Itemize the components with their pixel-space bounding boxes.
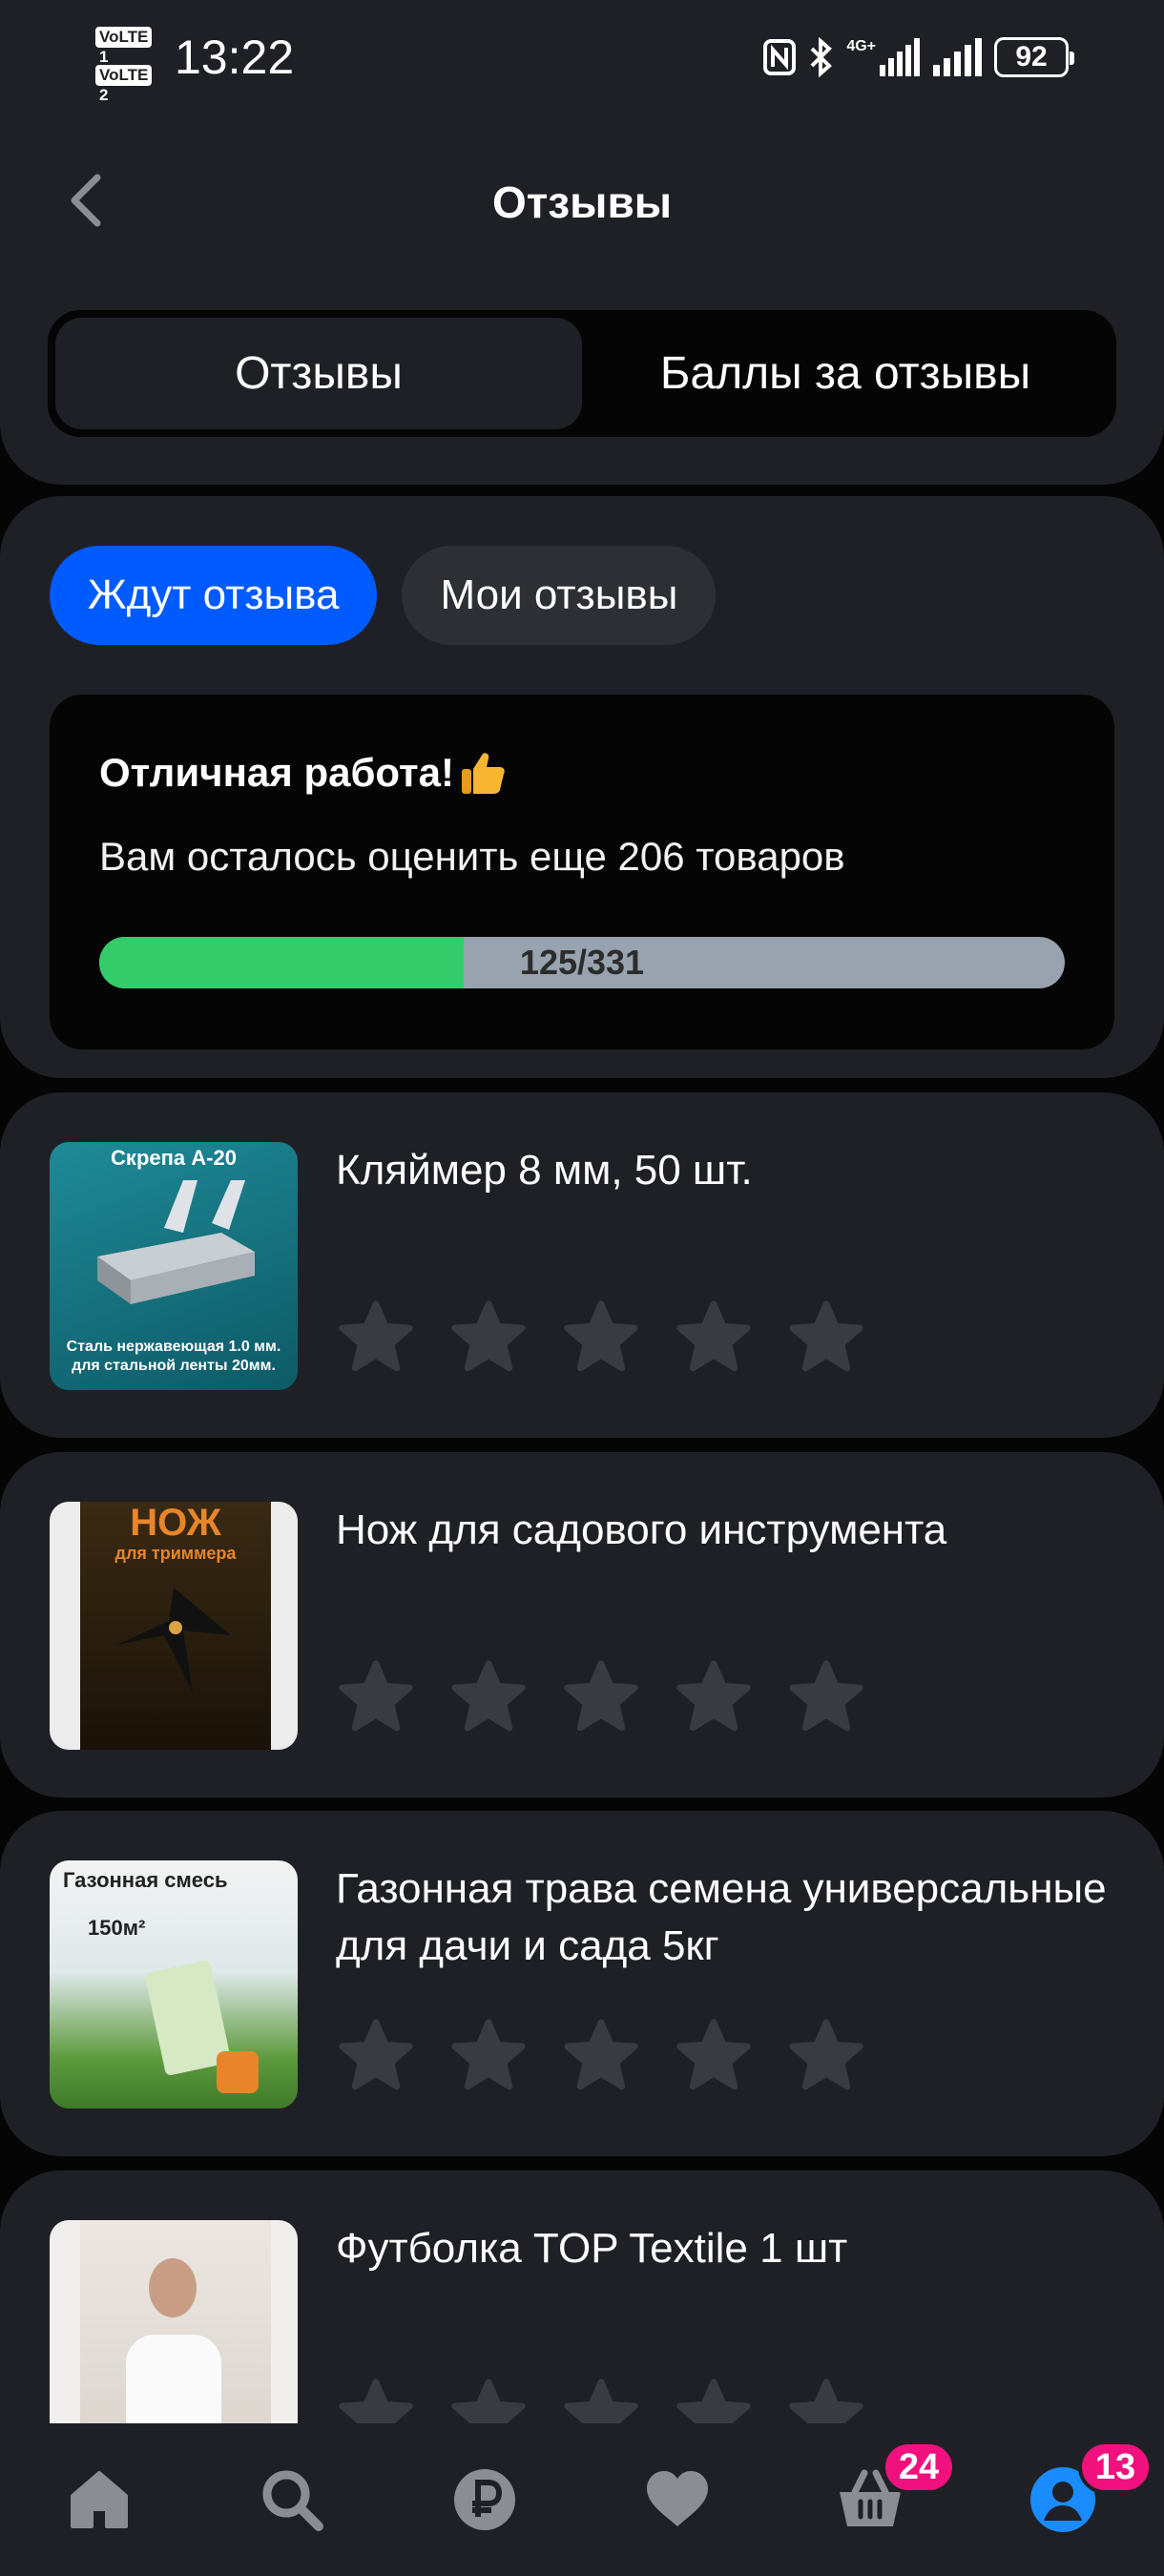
review-card[interactable]: НОЖ для триммера Нож для садового инстру… [0,1452,1164,1797]
star-icon[interactable] [786,2016,866,2096]
nfc-icon [763,39,797,75]
image-caption-bottom: 150м² [88,1916,146,1940]
product-image[interactable]: НОЖ для триммера [50,1502,298,1750]
status-icons: 4G+ 92 [762,34,1074,80]
product-name: Нож для садового инструмента [336,1506,947,1553]
product-image[interactable]: Скрепа А-20 Сталь нержавеющая 1.0 мм. дл… [50,1142,298,1390]
nav-cart[interactable]: 24 [832,2441,956,2538]
star-icon[interactable] [786,1298,866,1378]
heart-icon [647,2471,708,2526]
header-panel: Отзывы Отзывы Баллы за отзывы [0,105,1164,485]
segmented-control: Отзывы Баллы за отзывы [48,310,1116,437]
network-type: 4G+ [846,38,876,54]
battery-indicator: 92 [994,37,1074,77]
review-card[interactable]: Газонная смесь 150м² Газонная трава семе… [0,1811,1164,2156]
signal-icon [880,38,920,76]
progress-title-text: Отличная работа! [99,750,454,795]
page-title: Отзывы [491,177,673,227]
sim2-indicator: VoLTE2 [95,65,162,104]
product-name: Газонная трава семена универсальные для … [336,1865,1107,1969]
home-icon [71,2471,128,2528]
rating-stars [336,2016,866,2096]
star-icon[interactable] [336,1657,416,1737]
status-bar: VoLTE1 VoLTE2 13:22 4G+ 92 [0,0,1164,114]
sim2-label: VoLTE [95,65,153,86]
tab-review-points[interactable]: Баллы за отзывы [582,318,1109,429]
signal-icon-2 [933,38,982,76]
cart-badge: 24 [882,2441,956,2494]
tab-reviews[interactable]: Отзывы [55,318,582,429]
blade-illustration [116,1588,231,1693]
thumbs-up-icon [461,753,505,794]
image-caption-top: Газонная смесь [63,1868,228,1892]
star-icon[interactable] [674,1657,754,1737]
ruble-icon [454,2469,515,2530]
bottom-nav: 24 13 [0,2423,1164,2576]
filter-chips: Ждут отзыва Мои отзывы [50,546,717,645]
chip-awaiting-review[interactable]: Ждут отзыва [50,546,378,645]
nav-home[interactable] [61,2462,137,2538]
model-head [149,2258,197,2317]
sim1-indicator: VoLTE1 [95,27,162,66]
search-icon [262,2470,323,2531]
progress-count: 125/331 [519,943,645,982]
progress-title: Отличная работа! [99,744,508,801]
nav-profile[interactable]: 13 [1025,2441,1153,2538]
star-icon[interactable] [561,2016,641,2096]
star-icon[interactable] [561,1657,641,1737]
star-icon[interactable] [674,1298,754,1378]
nav-finance[interactable] [447,2462,523,2538]
bluetooth-icon [810,37,833,77]
profile-badge: 13 [1078,2441,1153,2494]
sim1-number: 1 [99,48,109,66]
product-image[interactable]: Газонная смесь 150м² [50,1860,298,2109]
progress-subtitle: Вам осталось оценить еще 206 товаров [99,834,845,879]
star-icon[interactable] [674,2016,754,2096]
main-panel: Ждут отзыва Мои отзывы Отличная работа! … [0,496,1164,1078]
star-icon[interactable] [561,1298,641,1378]
rating-stars [336,1298,866,1378]
star-icon[interactable] [448,1657,529,1737]
rating-stars [336,1657,866,1737]
image-caption-bottom: Сталь нержавеющая 1.0 мм. для стальной л… [66,1339,281,1374]
nav-search[interactable] [254,2462,330,2538]
product-name: Кляймер 8 мм, 50 шт. [336,1147,753,1194]
chip-my-reviews[interactable]: Мои отзывы [402,546,717,645]
sim2-number: 2 [99,86,109,104]
nav-favorites[interactable] [639,2462,716,2538]
star-icon[interactable] [786,1657,866,1737]
progress-card: Отличная работа! Вам осталось оценить ещ… [50,695,1114,1049]
progress-bar: 125/331 [99,937,1065,988]
star-icon[interactable] [336,1298,416,1378]
product-name: Футболка TOP Textile 1 шт [336,2225,848,2272]
sim1-label: VoLTE [95,27,153,48]
network-indicator: 4G+ [846,38,922,76]
volume-badge [217,2051,259,2093]
star-icon[interactable] [448,2016,529,2096]
star-icon[interactable] [336,2016,416,2096]
status-time: 13:22 [175,31,295,84]
star-icon[interactable] [448,1298,529,1378]
review-card[interactable]: Скрепа А-20 Сталь нержавеющая 1.0 мм. дл… [0,1092,1164,1438]
